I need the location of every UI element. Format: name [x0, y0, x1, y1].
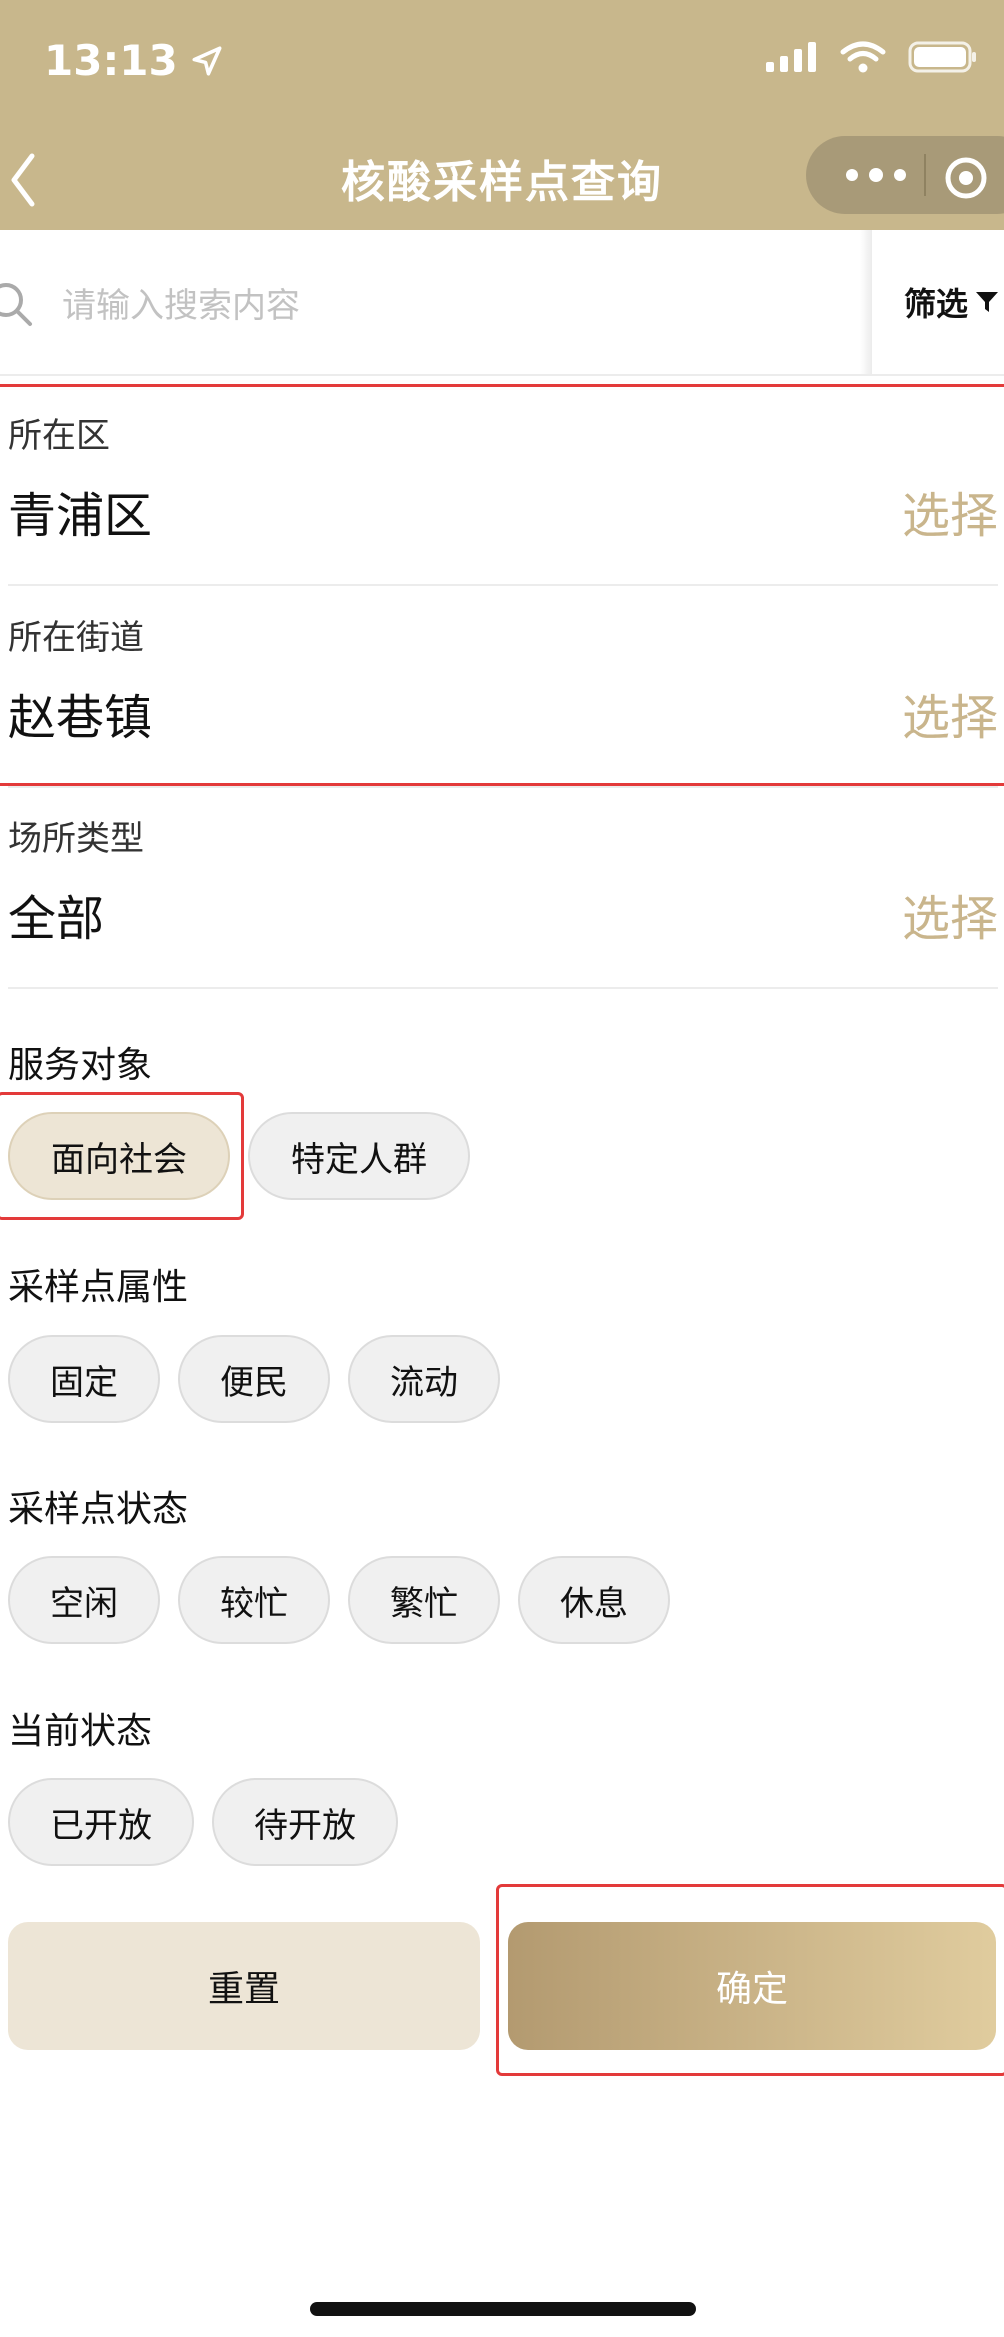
current-status-title: 当前状态 [8, 1711, 153, 1752]
service-target-title: 服务对象 [8, 1045, 153, 1086]
chip-convenience[interactable]: 便民 [178, 1335, 330, 1423]
header-bar: 13:13 核酸采样点查询 [0, 0, 1004, 230]
capsule-divider [924, 154, 926, 196]
battery-icon [908, 41, 976, 73]
site-status-options: 空闲 较忙 繁忙 休息 [8, 1556, 670, 1644]
venue-type-field[interactable]: 场所类型 全部 选择 [8, 787, 998, 989]
chip-open[interactable]: 已开放 [8, 1778, 194, 1866]
reset-button[interactable]: 重置 [8, 1922, 480, 2050]
site-status-title: 采样点状态 [8, 1489, 189, 1530]
chip-resting[interactable]: 休息 [518, 1556, 670, 1644]
filter-label: 筛选 [904, 285, 969, 323]
current-status-options: 已开放 待开放 [8, 1778, 398, 1866]
venue-type-value: 全部 [8, 891, 105, 947]
site-attribute-options: 固定 便民 流动 [8, 1335, 500, 1423]
more-dots-icon[interactable] [836, 157, 916, 193]
home-indicator [310, 2302, 696, 2316]
status-time-text: 13:13 [44, 36, 178, 85]
cellular-signal-icon [766, 42, 816, 72]
chip-mobile[interactable]: 流动 [348, 1335, 500, 1423]
search-icon [0, 283, 32, 326]
status-icons [764, 40, 978, 74]
chip-specific-group[interactable]: 特定人群 [248, 1112, 470, 1200]
filter-divider-shadow [860, 230, 872, 374]
search-input[interactable] [60, 280, 844, 332]
filter-button[interactable]: 筛选 [872, 230, 1004, 374]
venue-type-select-button[interactable]: 选择 [902, 879, 998, 949]
target-close-icon[interactable] [942, 154, 990, 202]
chip-idle[interactable]: 空闲 [8, 1556, 160, 1644]
funnel-icon [976, 292, 999, 312]
chip-fixed[interactable]: 固定 [8, 1335, 160, 1423]
mini-program-capsule [806, 136, 1004, 214]
highlight-public-chip [0, 1092, 244, 1220]
venue-type-label: 场所类型 [8, 819, 144, 859]
wifi-icon [840, 41, 886, 73]
chip-busy[interactable]: 繁忙 [348, 1556, 500, 1644]
highlight-confirm-button [496, 1884, 1004, 2076]
status-time: 13:13 [44, 36, 224, 85]
location-arrow-icon [192, 45, 222, 76]
highlight-location-fields [0, 384, 1004, 786]
chip-pending-open[interactable]: 待开放 [212, 1778, 398, 1866]
search-bar [0, 230, 1004, 376]
site-attribute-title: 采样点属性 [8, 1267, 189, 1308]
chip-somewhat-busy[interactable]: 较忙 [178, 1556, 330, 1644]
